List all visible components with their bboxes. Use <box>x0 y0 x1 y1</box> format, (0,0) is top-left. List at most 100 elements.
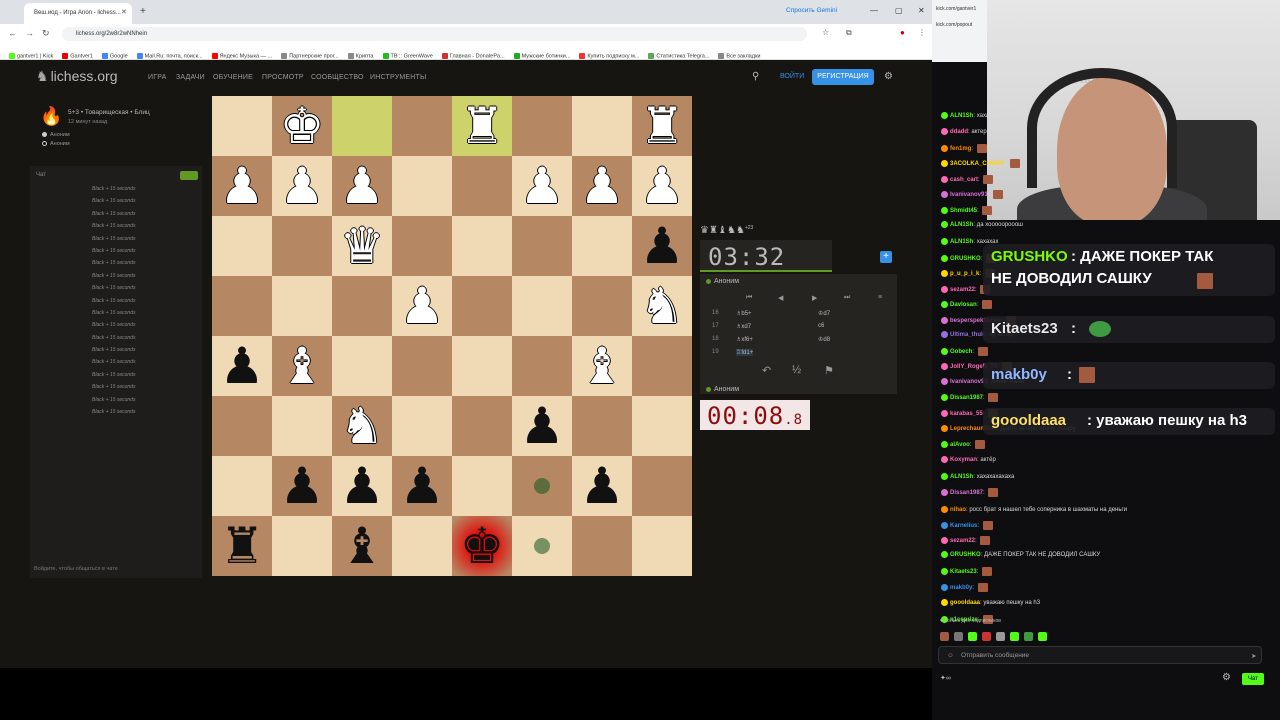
white-pawn-d5[interactable]: ♟ <box>392 276 452 336</box>
close-window-icon[interactable]: ✕ <box>918 6 925 15</box>
chat-username[interactable]: cash_cart <box>950 177 978 183</box>
chat-username[interactable]: ALN1Sh <box>950 239 973 245</box>
emote-3-icon[interactable] <box>968 632 977 641</box>
white-pawn-c7[interactable]: ♟ <box>332 156 392 216</box>
white-rook-e8[interactable]: ♜ <box>452 96 512 156</box>
chat-username[interactable]: nihao <box>950 507 966 513</box>
menu-puzzles[interactable]: ЗАДАЧИ <box>176 74 205 81</box>
login-link[interactable]: ВОЙТИ <box>780 73 804 80</box>
extensions-icon[interactable]: ⧉ <box>846 28 852 38</box>
white-king-b8[interactable]: ♚ <box>272 96 332 156</box>
square-d4[interactable] <box>392 336 452 396</box>
back-icon[interactable]: ← <box>8 28 17 38</box>
chat-username[interactable]: 3ACOLKA_CAMAP <box>950 161 1004 167</box>
bookmark-item[interactable]: Купить подписку м... <box>579 52 639 59</box>
chat-username[interactable]: Davlosan <box>950 302 977 308</box>
tab-close-icon[interactable]: ✕ <box>121 8 127 16</box>
white-bishop-g4[interactable]: ♝ <box>572 336 632 396</box>
bookmark-item[interactable]: Яндекс Музыка — ... <box>211 52 272 59</box>
white-pawn-f7[interactable]: ♟ <box>512 156 572 216</box>
chat-username[interactable]: goooldaaa <box>950 600 980 606</box>
chat-username[interactable]: makb0y <box>950 585 972 591</box>
black-bishop-c1[interactable]: ♝ <box>332 516 392 576</box>
gemini-button[interactable]: Спросить Gemini <box>786 7 837 14</box>
square-f8[interactable] <box>512 96 572 156</box>
chat-username[interactable]: Ivanivanov91 <box>950 192 988 198</box>
site-logo[interactable]: ♞ lichess.org <box>36 68 117 85</box>
emote-5-icon[interactable] <box>996 632 1005 641</box>
white-move[interactable]: ♗xf6+ <box>736 336 753 343</box>
white-knight-h5[interactable]: ♞ <box>632 276 692 336</box>
chat-toggle[interactable] <box>180 171 198 180</box>
square-h4[interactable] <box>632 336 692 396</box>
bookmark-item[interactable]: Главная - DonatePa... <box>441 52 505 59</box>
url-field[interactable]: lichess.org/2w8r2wNNhein <box>62 27 807 41</box>
profile-icon[interactable]: ● <box>900 28 905 37</box>
white-move[interactable]: ♖fd1+ <box>736 349 754 356</box>
chat-username[interactable]: ALN1Sh <box>950 474 973 480</box>
square-a2[interactable] <box>212 456 272 516</box>
black-king-e1[interactable]: ♚ <box>452 516 512 576</box>
square-g8[interactable] <box>572 96 632 156</box>
reload-icon[interactable]: ↻ <box>42 28 50 39</box>
draw-offer-icon[interactable]: ½ <box>792 364 801 376</box>
resign-flag-icon[interactable]: ⚑ <box>824 364 834 377</box>
emoji-icon[interactable]: ☺ <box>947 652 954 659</box>
emote-2-icon[interactable] <box>954 632 963 641</box>
chat-login-prompt[interactable]: Войдите, чтобы общаться в чате <box>34 566 118 572</box>
send-message-input[interactable]: ☺ Отправить сообщение ➤ <box>938 646 1262 664</box>
chat-username[interactable]: alAvoo <box>950 442 970 448</box>
chat-username[interactable]: Shmidt45 <box>950 208 977 214</box>
chat-username[interactable]: p_u_p_i_k <box>950 271 979 277</box>
player-black[interactable]: Аноним <box>42 141 70 147</box>
chat-username[interactable]: GRUSHKO <box>950 256 981 262</box>
chat-username[interactable]: fen1mg <box>950 146 971 152</box>
menu-play[interactable]: ИГРА <box>148 74 167 81</box>
square-a6[interactable] <box>212 216 272 276</box>
square-g3[interactable] <box>572 396 632 456</box>
chat-username[interactable]: karabas_55 <box>950 411 983 417</box>
move-dest-dot[interactable] <box>534 538 550 554</box>
new-tab-icon[interactable]: + <box>140 6 146 17</box>
bookmark-item[interactable]: Mail.Ru: почта, поиск... <box>136 52 203 59</box>
bookmark-item[interactable]: Крипта <box>347 52 374 59</box>
emote-6-icon[interactable] <box>1010 632 1019 641</box>
chat-username[interactable]: ddadd <box>950 129 968 135</box>
square-d8[interactable] <box>392 96 452 156</box>
chat-username[interactable]: Gobech <box>950 349 972 355</box>
square-f5[interactable] <box>512 276 572 336</box>
chat-username[interactable]: Dissan1987 <box>950 395 983 401</box>
first-move-icon[interactable]: ⏮ <box>746 294 752 302</box>
black-rook-a1[interactable]: ♜ <box>212 516 272 576</box>
register-button[interactable]: РЕГИСТРАЦИЯ <box>812 69 874 85</box>
minimize-icon[interactable]: — <box>870 6 878 15</box>
white-move[interactable]: ♗xd7 <box>736 323 751 330</box>
star-icon[interactable]: ☆ <box>822 28 829 37</box>
square-a5[interactable] <box>212 276 272 336</box>
chat-username[interactable]: GRUSHKO <box>950 552 981 558</box>
settings-gear-icon[interactable]: ⚙ <box>884 71 893 82</box>
last-move-icon[interactable]: ⏭ <box>844 294 850 302</box>
menu-learn[interactable]: ОБУЧЕНИЕ <box>213 74 253 81</box>
next-move-icon[interactable]: ▶ <box>812 294 817 302</box>
black-pawn-d2[interactable]: ♟ <box>392 456 452 516</box>
maximize-icon[interactable]: ▢ <box>895 6 903 15</box>
black-pawn-b2[interactable]: ♟ <box>272 456 332 516</box>
black-move[interactable]: ♔d7 <box>818 310 830 317</box>
chat-username[interactable]: sezam22 <box>950 287 975 293</box>
chat-username[interactable]: ALN1Sh <box>950 113 973 119</box>
square-g6[interactable] <box>572 216 632 276</box>
emote-1-icon[interactable] <box>940 632 949 641</box>
black-pawn-g2[interactable]: ♟ <box>572 456 632 516</box>
emote-4-icon[interactable] <box>982 632 991 641</box>
white-pawn-g7[interactable]: ♟ <box>572 156 632 216</box>
square-e2[interactable] <box>452 456 512 516</box>
white-knight-c3[interactable]: ♞ <box>332 396 392 456</box>
square-f6[interactable] <box>512 216 572 276</box>
chat-username[interactable]: Koxyman <box>950 457 977 463</box>
takeback-icon[interactable]: ↶ <box>762 364 771 377</box>
square-d1[interactable] <box>392 516 452 576</box>
square-b3[interactable] <box>272 396 332 456</box>
square-d3[interactable] <box>392 396 452 456</box>
chat-username[interactable]: Dissan1987 <box>950 490 983 496</box>
